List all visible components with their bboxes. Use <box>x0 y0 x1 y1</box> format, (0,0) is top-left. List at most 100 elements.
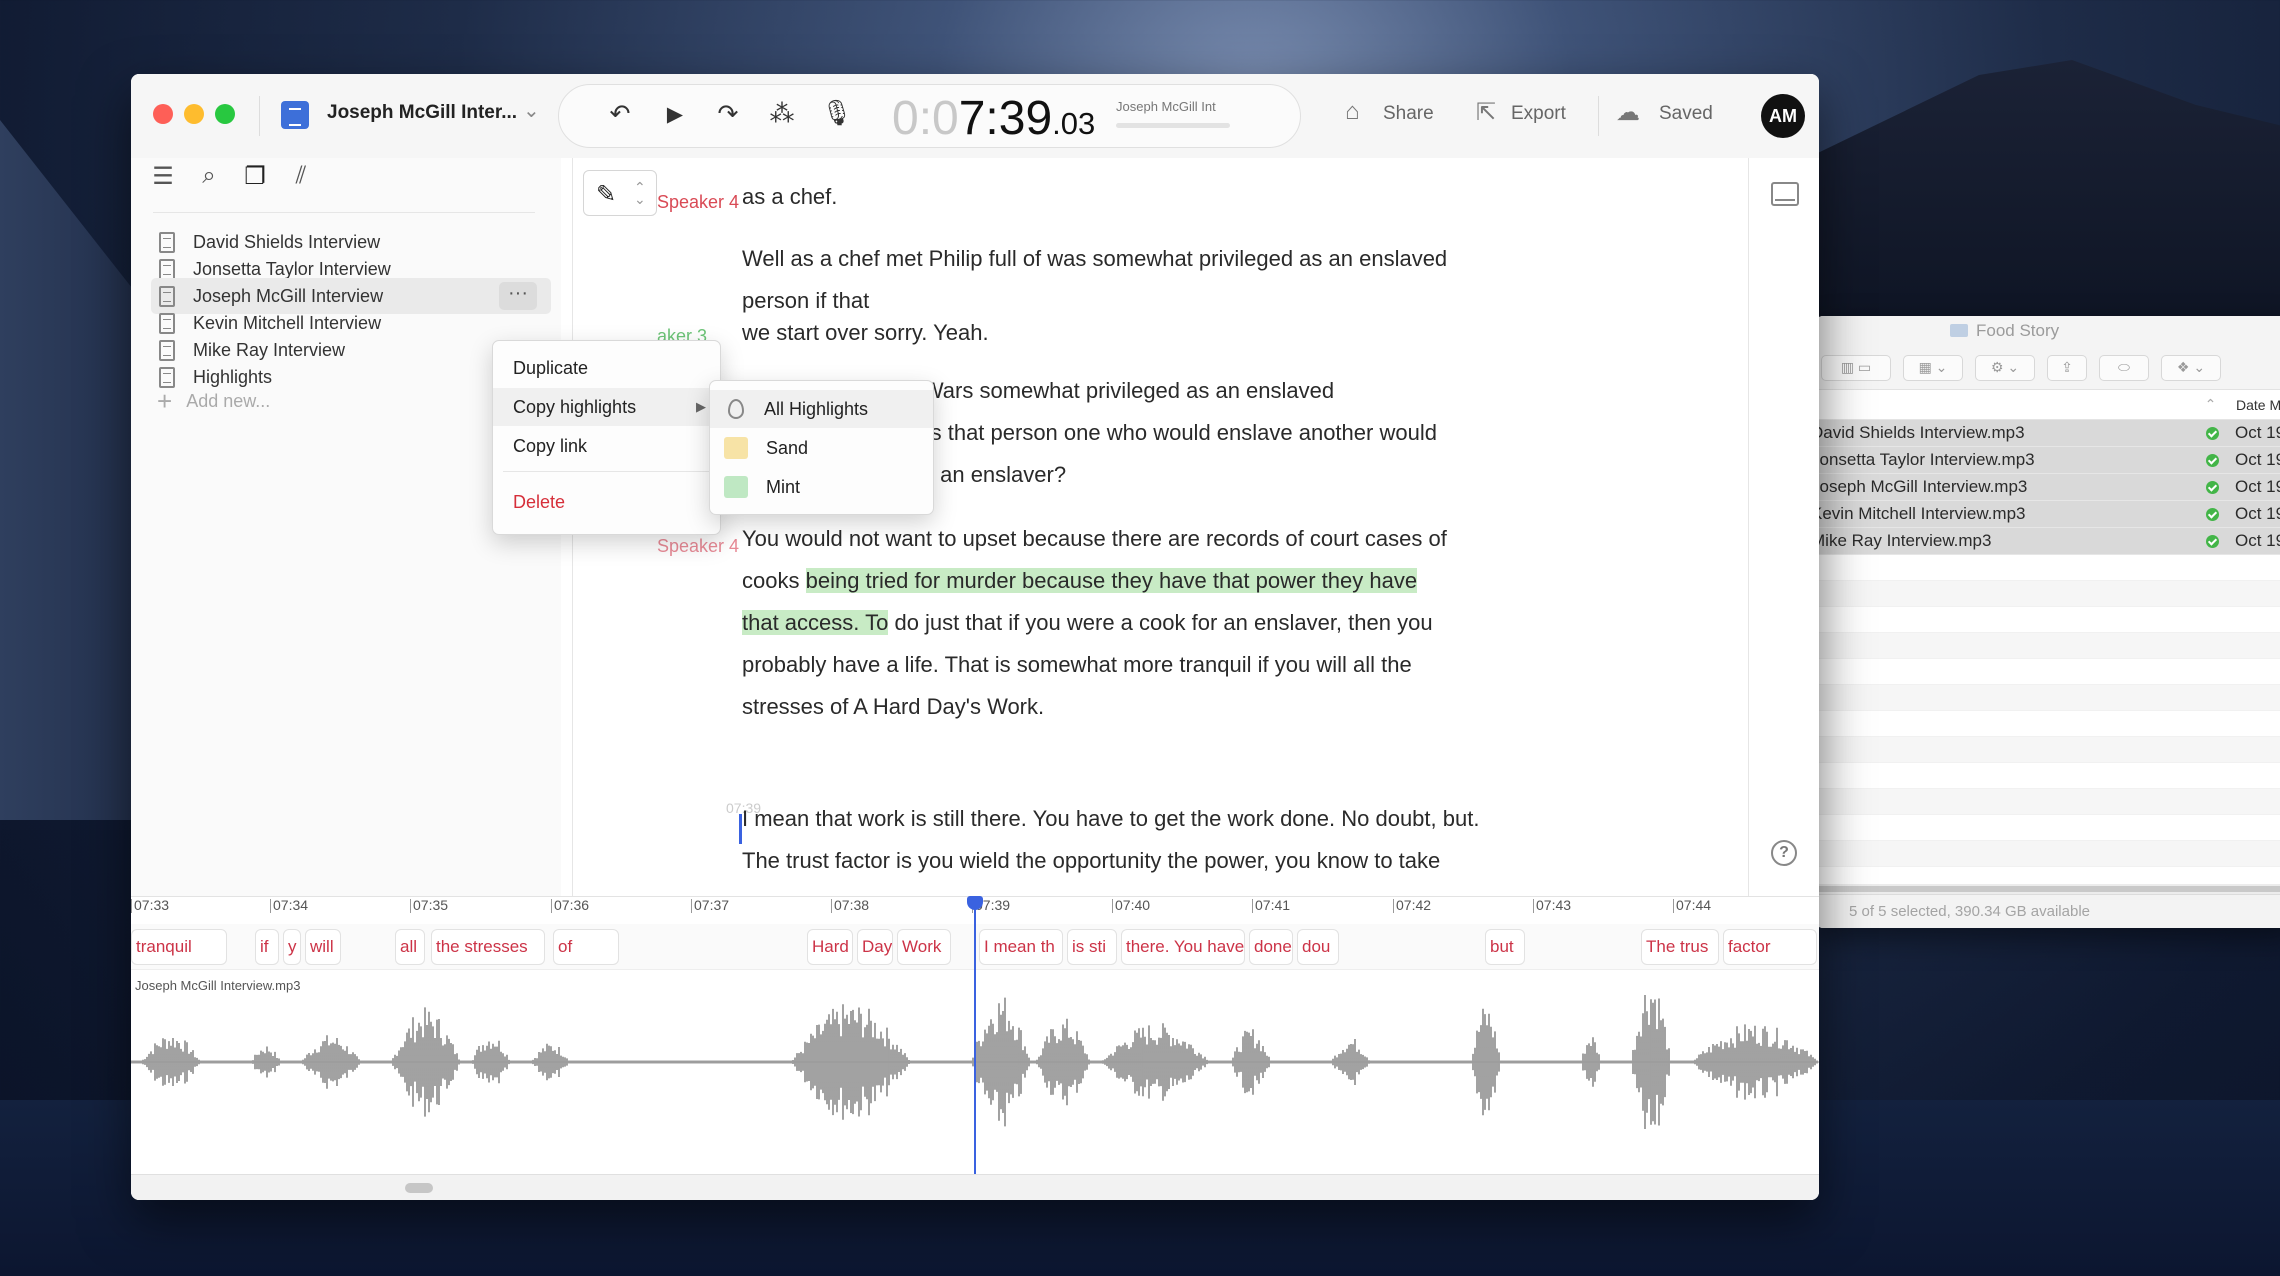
search-icon[interactable]: ⌕ <box>197 162 221 191</box>
waveform-file-label: Joseph McGill Interview.mp3 <box>135 978 300 993</box>
word-block[interactable]: I mean th <box>979 929 1063 965</box>
sidebar-item-label: Mike Ray Interview <box>193 340 345 361</box>
sidebar-item-label: Highlights <box>193 367 272 388</box>
word-block[interactable]: Hard <box>807 929 853 965</box>
transcript-line[interactable]: we start over sorry. Yeah. <box>742 312 1482 354</box>
lock-icon[interactable]: ⌂ <box>1345 98 1360 126</box>
help-icon[interactable]: ? <box>1771 840 1797 866</box>
zoom-window-button[interactable] <box>215 104 235 124</box>
word-block[interactable]: factor <box>1723 929 1817 965</box>
speaker-label[interactable]: Speaker 4 <box>657 536 739 557</box>
menu-item-delete[interactable]: Delete <box>493 483 720 521</box>
files-icon[interactable]: ❐ <box>243 162 267 191</box>
close-window-button[interactable] <box>153 104 173 124</box>
word-block[interactable]: all <box>395 929 425 965</box>
menu-item-duplicate[interactable]: Duplicate <box>493 349 720 387</box>
toggle-panel-icon[interactable] <box>1771 182 1799 206</box>
document-icon <box>159 232 175 253</box>
file-date: Oct 19 <box>2235 450 2280 470</box>
finder-file-row[interactable]: Kevin Mitchell Interview.mp3Oct 19 <box>1815 501 2280 528</box>
skip-forward-icon[interactable]: ↷ <box>711 99 745 129</box>
menu-item-sand[interactable]: Sand <box>710 429 933 467</box>
divider <box>153 212 535 213</box>
word-block[interactable]: tranquil <box>131 929 227 965</box>
finder-file-row[interactable]: Jonsetta Taylor Interview.mp3Oct 19 <box>1815 447 2280 474</box>
highlights-submenu: All Highlights Sand Mint <box>709 380 934 515</box>
action-gear-button[interactable]: ⚙ ⌄ <box>1975 355 2035 381</box>
timeline-horizontal-scrollbar[interactable] <box>131 1174 1819 1200</box>
word-block[interactable]: there. You have <box>1121 929 1245 965</box>
menu-icon[interactable]: ☰ <box>151 162 175 191</box>
synced-check-icon <box>2206 535 2219 548</box>
cloud-icon: ☁ <box>1616 98 1640 127</box>
word-block[interactable]: done <box>1249 929 1293 965</box>
finder-file-row[interactable]: Joseph McGill Interview.mp3Oct 19 <box>1815 474 2280 501</box>
menu-item-mint[interactable]: Mint <box>710 468 933 506</box>
divider <box>1598 96 1599 136</box>
library-icon[interactable]: ⫽ <box>289 162 313 191</box>
play-icon[interactable]: ▶ <box>658 102 692 127</box>
scrollbar-thumb[interactable] <box>405 1183 433 1193</box>
word-block[interactable]: the stresses <box>431 929 545 965</box>
export-button[interactable]: Export <box>1511 103 1566 125</box>
finder-horizontal-scrollbar[interactable] <box>1815 884 2280 894</box>
sand-swatch <box>724 437 748 459</box>
ruler-tick: 07:37 <box>691 899 729 913</box>
menu-item-copy-highlights[interactable]: Copy highlights▶ <box>493 388 720 426</box>
document-icon <box>159 367 175 388</box>
transcript-editor[interactable]: ✎ ⌃⌄ Speaker 4 as a chef. Well as a chef… <box>572 158 1749 898</box>
tag-icon[interactable]: ⬭ <box>2099 355 2149 381</box>
empty-row <box>1815 815 2280 841</box>
word-block[interactable]: will <box>305 929 341 965</box>
share-button[interactable]: Share <box>1383 103 1434 125</box>
word-block[interactable]: but <box>1485 929 1525 965</box>
sort-chevron-icon[interactable]: ⌃ <box>2198 396 2223 413</box>
word-block[interactable]: y <box>283 929 301 965</box>
transcript-line[interactable]: as a chef. <box>742 176 1482 218</box>
transcript-line[interactable]: The trust factor is you wield the opport… <box>742 840 1482 882</box>
document-icon <box>159 313 175 334</box>
edit-mode-button[interactable]: ✎ ⌃⌄ <box>583 170 657 216</box>
sidebar-toolbar: ☰ ⌕ ❐ ⫽ <box>151 162 313 191</box>
word-block[interactable]: Work <box>897 929 951 965</box>
finder-file-row[interactable]: David Shields Interview.mp3Oct 19 <box>1815 420 2280 447</box>
word-block[interactable]: if <box>255 929 279 965</box>
transcript-paragraph[interactable]: You would not want to upset because ther… <box>742 518 1452 728</box>
file-name: Mike Ray Interview.mp3 <box>1815 531 2196 551</box>
empty-row <box>1815 685 2280 711</box>
ruler-tick: 07:43 <box>1533 899 1571 913</box>
word-block[interactable]: dou <box>1297 929 1339 965</box>
view-mode-buttons[interactable]: ▥ ▭ <box>1821 355 1891 381</box>
word-block[interactable]: Day <box>857 929 893 965</box>
document-title[interactable]: Joseph McGill Inter... <box>327 102 517 124</box>
file-date: Oct 19 <box>2235 423 2280 443</box>
finder-file-list: David Shields Interview.mp3Oct 19 Jonset… <box>1815 420 2280 867</box>
transcript-line[interactable]: I mean that work is still there. You hav… <box>742 798 1482 840</box>
ruler-tick: 07:34 <box>270 899 308 913</box>
word-block[interactable]: of <box>553 929 619 965</box>
date-column-header[interactable]: Date M <box>2236 397 2280 413</box>
avatar[interactable]: AM <box>1761 94 1805 138</box>
microphone-icon[interactable]: 🎙 <box>820 99 854 128</box>
add-new-button[interactable]: +Add new... <box>157 386 270 417</box>
timecode-display: 0:07:39.03 <box>892 91 1095 146</box>
menu-item-label: Sand <box>766 438 808 458</box>
chevron-down-icon[interactable]: ⌄ <box>523 98 540 123</box>
speaker-label[interactable]: Speaker 4 <box>657 192 739 213</box>
menu-item-all-highlights[interactable]: All Highlights <box>710 390 933 428</box>
menu-item-copy-link[interactable]: Copy link <box>493 427 720 465</box>
empty-row <box>1815 607 2280 633</box>
group-button[interactable]: ▦ ⌄ <box>1903 355 1963 381</box>
word-block[interactable]: The trus <box>1641 929 1719 965</box>
transcript-paragraph[interactable]: Well as a chef met Philip full of was so… <box>742 238 1482 322</box>
share-icon[interactable]: ⇪ <box>2047 355 2087 381</box>
finder-file-row[interactable]: Mike Ray Interview.mp3Oct 19 <box>1815 528 2280 555</box>
playhead[interactable] <box>974 896 976 1174</box>
empty-row <box>1815 763 2280 789</box>
skip-back-icon[interactable]: ↶ <box>603 99 637 129</box>
word-block[interactable]: is sti <box>1067 929 1117 965</box>
playback-speed-icon[interactable]: ⁂ <box>765 99 799 129</box>
export-icon[interactable]: ⇱ <box>1476 98 1496 127</box>
dropbox-icon[interactable]: ❖ ⌄ <box>2161 355 2221 381</box>
minimize-window-button[interactable] <box>184 104 204 124</box>
